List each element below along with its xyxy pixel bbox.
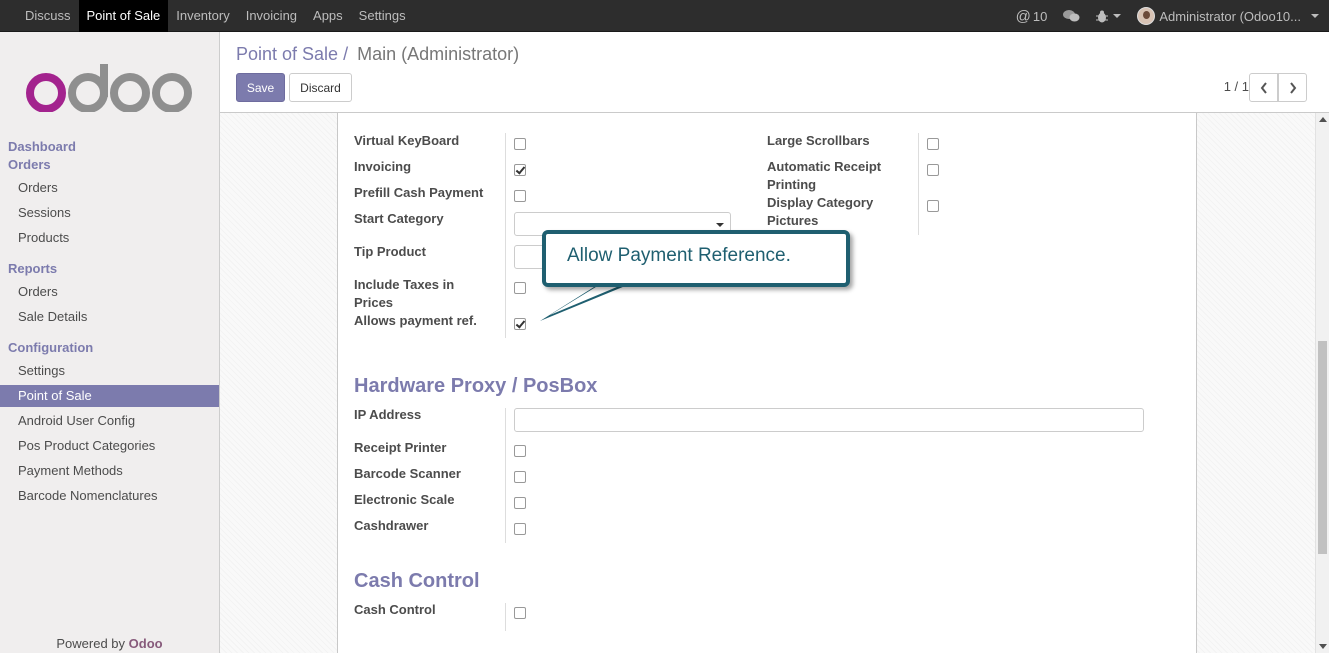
avatar — [1137, 7, 1156, 25]
checkbox-cashdrawer[interactable] — [514, 523, 526, 535]
checkbox-include-taxes[interactable] — [514, 282, 526, 294]
checkbox-cash-control[interactable] — [514, 607, 526, 619]
label-large-scrollbars: Large Scrollbars — [767, 133, 870, 148]
chat-bubbles-icon — [1063, 10, 1080, 22]
sidebar-item-products[interactable]: Products — [0, 227, 219, 249]
label-automatic-receipt-printing: Automatic Receipt Printing — [767, 159, 882, 192]
chevron-down-icon — [716, 223, 724, 227]
checkbox-allows-payment-ref[interactable] — [514, 318, 526, 330]
label-ip-address: IP Address — [354, 407, 422, 422]
sidebar-item-pos-product-categories[interactable]: Pos Product Categories — [0, 435, 219, 457]
checkbox-receipt-printer[interactable] — [514, 445, 526, 457]
menu-inventory[interactable]: Inventory — [168, 0, 237, 32]
chevron-right-icon — [1289, 81, 1296, 94]
debug-button[interactable] — [1096, 10, 1122, 23]
checkbox-electronic-scale[interactable] — [514, 497, 526, 509]
top-navbar: Discuss Point of Sale Inventory Invoicin… — [0, 0, 1329, 32]
pager-previous-button[interactable] — [1249, 73, 1278, 102]
section-title-cash-control: Cash Control — [354, 570, 480, 592]
main-menu: Discuss Point of Sale Inventory Invoicin… — [17, 0, 414, 32]
user-name: Administrator (Odoo10... — [1159, 8, 1301, 24]
breadcrumb-parent[interactable]: Point of Sale — [236, 44, 338, 64]
form-view: Virtual KeyBoard Invoicing Prefill Cash … — [220, 113, 1315, 653]
separator — [505, 603, 506, 631]
scroll-down-arrow-icon[interactable] — [1319, 644, 1327, 649]
separator — [505, 133, 506, 338]
form-sheet: Virtual KeyBoard Invoicing Prefill Cash … — [337, 113, 1197, 653]
sidebar-item-report-orders[interactable]: Orders — [0, 281, 219, 303]
sidebar-item-orders[interactable]: Orders — [0, 177, 219, 199]
sidebar-item-sale-details[interactable]: Sale Details — [0, 306, 219, 328]
powered-by: Powered by Odoo — [56, 636, 163, 651]
sidebar-item-payment-methods[interactable]: Payment Methods — [0, 460, 219, 482]
sidebar-section-configuration: Configuration — [8, 340, 94, 355]
label-barcode-scanner: Barcode Scanner — [354, 466, 461, 481]
mentions-count: 10 — [1032, 8, 1048, 24]
odoo-logo[interactable] — [26, 64, 194, 115]
checkbox-prefill-cash-payment[interactable] — [514, 190, 526, 202]
menu-discuss[interactable]: Discuss — [17, 0, 79, 32]
label-start-category: Start Category — [354, 211, 444, 226]
powered-by-link[interactable]: Odoo — [129, 636, 163, 651]
label-include-taxes: Include Taxes in Prices — [354, 277, 455, 310]
section-title-hardware: Hardware Proxy / PosBox — [354, 375, 598, 397]
label-prefill-cash-payment: Prefill Cash Payment — [354, 185, 484, 200]
breadcrumb-separator: / — [343, 44, 349, 64]
label-tip-product: Tip Product — [354, 244, 426, 259]
label-electronic-scale: Electronic Scale — [354, 492, 455, 507]
sidebar-item-settings[interactable]: Settings — [0, 360, 219, 382]
separator — [918, 133, 919, 235]
sidebar-item-sessions[interactable]: Sessions — [0, 202, 219, 224]
scroll-up-arrow-icon[interactable] — [1319, 117, 1327, 122]
label-virtual-keyboard: Virtual KeyBoard — [354, 133, 460, 148]
user-menu[interactable]: Administrator (Odoo10... — [1137, 7, 1319, 25]
breadcrumb-current: Main (Administrator) — [357, 44, 520, 64]
bug-icon — [1096, 10, 1109, 22]
at-icon: @ — [1015, 7, 1031, 25]
discard-button[interactable]: Discard — [289, 73, 352, 102]
sidebar-section-orders: Orders — [8, 157, 51, 172]
label-receipt-printer: Receipt Printer — [354, 440, 447, 455]
mentions-button[interactable]: @ 10 — [1016, 8, 1048, 25]
chat-button[interactable] — [1063, 9, 1080, 23]
breadcrumb: Point of Sale / Main (Administrator) — [236, 44, 519, 65]
checkbox-automatic-receipt-printing[interactable] — [927, 164, 939, 176]
sidebar: Dashboard Orders Orders Sessions Product… — [0, 32, 220, 653]
pager-value: 1 / 1 — [1223, 79, 1249, 94]
checkbox-barcode-scanner[interactable] — [514, 471, 526, 483]
checkbox-invoicing[interactable] — [514, 164, 526, 176]
save-button[interactable]: Save — [236, 73, 285, 102]
label-allows-payment-ref: Allows payment ref. — [354, 313, 477, 328]
label-invoicing: Invoicing — [354, 159, 412, 174]
chevron-down-icon — [1113, 14, 1122, 18]
label-cashdrawer: Cashdrawer — [354, 518, 429, 533]
sidebar-item-barcode-nomenclatures[interactable]: Barcode Nomenclatures — [0, 485, 219, 507]
pager-next-button[interactable] — [1278, 73, 1307, 102]
sidebar-item-point-of-sale[interactable]: Point of Sale — [0, 385, 219, 407]
menu-apps[interactable]: Apps — [305, 0, 351, 32]
sidebar-section-reports: Reports — [8, 261, 58, 276]
separator — [505, 408, 506, 543]
menu-invoicing[interactable]: Invoicing — [238, 0, 305, 32]
sidebar-item-android-user-config[interactable]: Android User Config — [0, 410, 219, 432]
ip-address-field[interactable] — [514, 408, 1144, 432]
label-display-category-pictures: Display Category Pictures — [767, 195, 874, 228]
callout-text: Allow Payment Reference. — [567, 245, 791, 266]
chevron-left-icon — [1260, 81, 1267, 94]
checkbox-virtual-keyboard[interactable] — [514, 138, 526, 150]
control-panel: Point of Sale / Main (Administrator) Sav… — [220, 32, 1329, 113]
menu-settings[interactable]: Settings — [351, 0, 414, 32]
chevron-down-icon — [1311, 14, 1319, 18]
checkbox-large-scrollbars[interactable] — [927, 138, 939, 150]
label-cash-control: Cash Control — [354, 602, 436, 617]
sidebar-dashboard[interactable]: Dashboard — [8, 139, 76, 154]
page-scrollbar[interactable] — [1315, 113, 1329, 653]
checkbox-display-category-pictures[interactable] — [927, 200, 939, 212]
scrollbar-thumb[interactable] — [1318, 341, 1327, 554]
menu-point-of-sale[interactable]: Point of Sale — [78, 0, 169, 32]
systray: @ 10 Administrator (Odoo10... — [1000, 0, 1319, 32]
